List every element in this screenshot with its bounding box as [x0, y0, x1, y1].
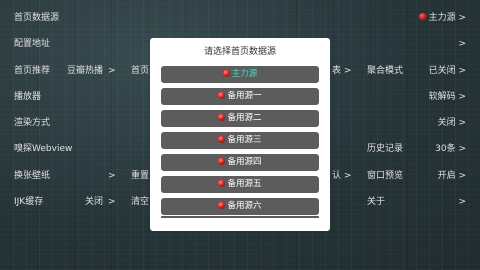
source-dot-icon	[218, 158, 226, 165]
source-dot-icon	[222, 70, 230, 77]
source-select-dialog: 请选择首页数据源 主力源 备用源一 备用源二 备用源三 备用源四 备用源五 备用…	[150, 38, 330, 231]
source-dot-icon	[218, 202, 226, 209]
source-dot-icon	[218, 114, 226, 121]
option-backup-source-3[interactable]: 备用源三	[161, 132, 319, 149]
source-dot-icon	[218, 180, 226, 187]
option-backup-source-5[interactable]: 备用源五	[161, 176, 319, 193]
option-backup-source-6[interactable]: 备用源六	[161, 198, 319, 215]
option-main-source[interactable]: 主力源	[161, 66, 319, 83]
next-option-partial	[161, 216, 319, 218]
source-dot-icon	[218, 136, 226, 143]
option-backup-source-1[interactable]: 备用源一	[161, 88, 319, 105]
source-dot-icon	[218, 92, 226, 99]
option-backup-source-4[interactable]: 备用源四	[161, 154, 319, 171]
option-backup-source-2[interactable]: 备用源二	[161, 110, 319, 127]
dialog-title: 请选择首页数据源	[203, 47, 276, 57]
